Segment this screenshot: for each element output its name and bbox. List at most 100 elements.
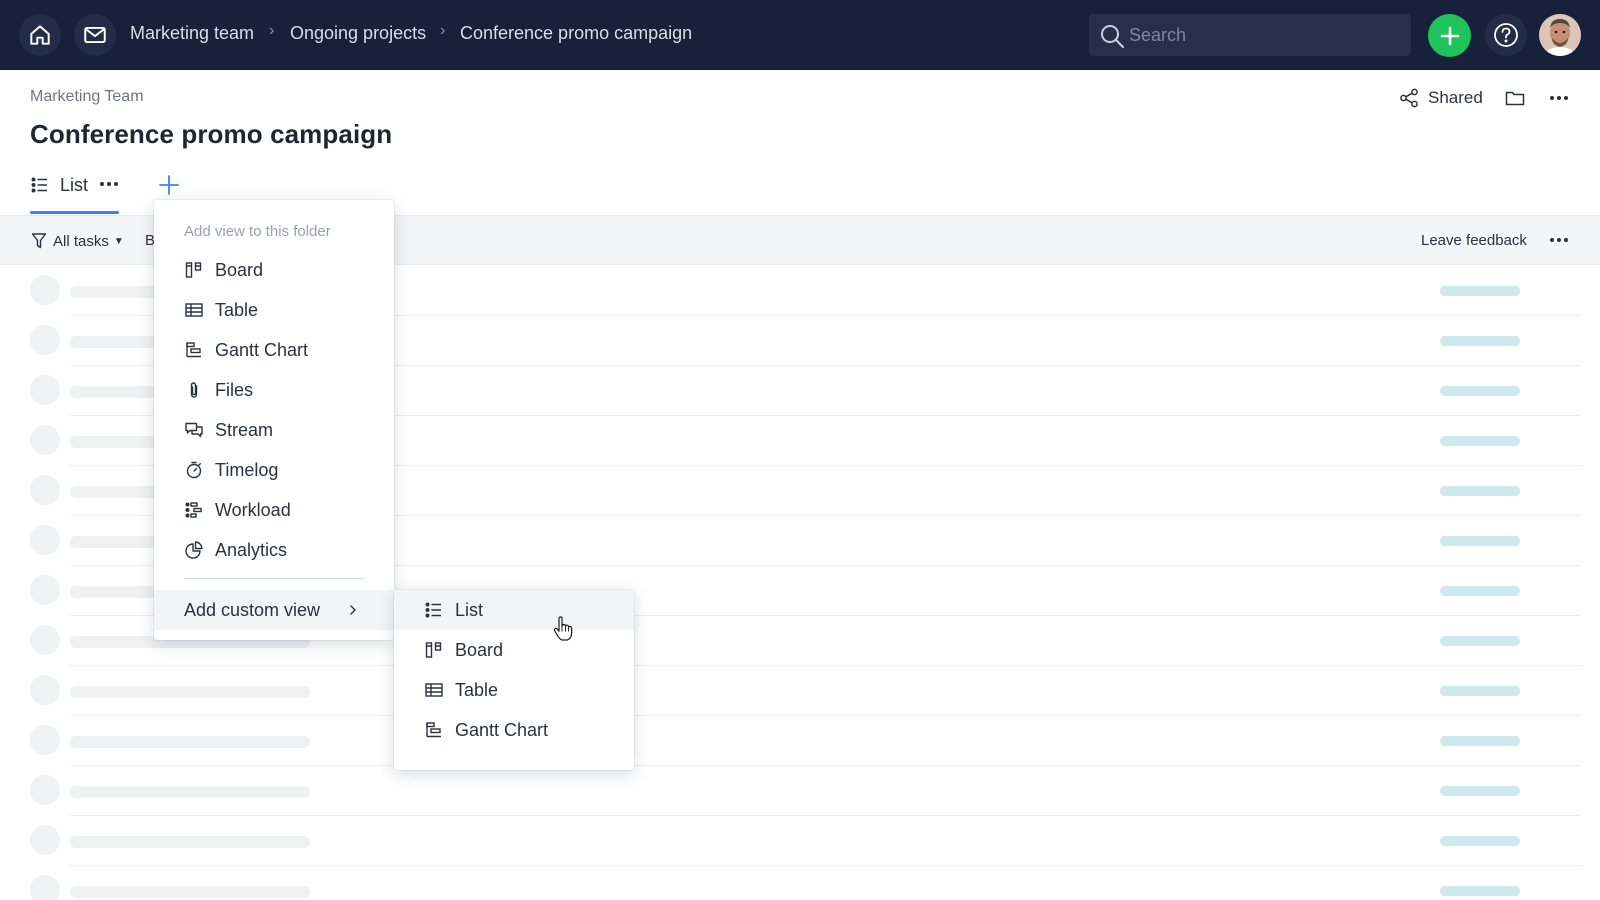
stopwatch-icon xyxy=(186,461,202,479)
skeleton-dot xyxy=(30,475,60,505)
skeleton-pill xyxy=(1440,636,1520,646)
menu-item-stream[interactable]: Stream xyxy=(154,411,394,449)
submenu-item-label: Gantt Chart xyxy=(455,719,549,740)
skeleton-dot xyxy=(30,525,60,555)
inbox-button[interactable] xyxy=(74,14,116,56)
home-button[interactable] xyxy=(19,14,61,56)
chat-bubbles-icon xyxy=(185,422,203,438)
list-icon xyxy=(425,602,441,618)
breadcrumb-ongoing-projects[interactable]: Ongoing projects xyxy=(290,23,426,44)
home-icon xyxy=(30,25,50,45)
share-icon xyxy=(1400,88,1418,108)
menu-item-label: Timelog xyxy=(215,459,279,480)
search-icon xyxy=(1101,25,1124,48)
caret-down-icon: ▼ xyxy=(113,235,124,247)
menu-item-workload[interactable]: Workload xyxy=(154,491,394,529)
menu-item-label: Stream xyxy=(215,419,274,440)
skeleton-dot xyxy=(30,575,60,605)
tab-more-icon[interactable] xyxy=(98,174,120,194)
filter-icon xyxy=(31,233,47,249)
table-icon xyxy=(185,303,203,317)
add-view-menu: Add view to this folder Board Table Gant… xyxy=(154,200,394,640)
skeleton-dot xyxy=(30,325,60,355)
skeleton-dot xyxy=(30,375,60,405)
custom-view-submenu: List Board Table Gantt Chart xyxy=(394,590,634,770)
skeleton-dot xyxy=(30,725,60,755)
menu-item-label: Workload xyxy=(215,499,291,520)
skeleton-pill xyxy=(1440,786,1520,796)
chevron-right-icon: › xyxy=(440,22,446,39)
submenu-item-label: List xyxy=(455,599,484,620)
breadcrumb-marketing-team[interactable]: Marketing team xyxy=(130,23,254,44)
mail-icon xyxy=(84,26,106,44)
skeleton-row xyxy=(0,866,1600,900)
more-options-icon[interactable] xyxy=(1546,86,1572,110)
skeleton-bar xyxy=(70,736,310,748)
skeleton-dot xyxy=(30,775,60,805)
skeleton-row xyxy=(0,666,1600,716)
board-icon xyxy=(185,262,202,278)
workload-icon xyxy=(185,502,202,518)
skeleton-dot xyxy=(30,425,60,455)
skeleton-pill xyxy=(1440,436,1520,446)
submenu-item-table[interactable]: Table xyxy=(394,670,634,710)
list-icon xyxy=(31,177,47,193)
skeleton-dot xyxy=(30,825,60,855)
help-button[interactable] xyxy=(1485,14,1527,56)
submenu-item-label: Board xyxy=(455,639,504,660)
submenu-item-board[interactable]: Board xyxy=(394,630,634,670)
page-title: Conference promo campaign xyxy=(30,119,393,149)
menu-item-analytics[interactable]: Analytics xyxy=(154,531,394,569)
menu-item-timelog[interactable]: Timelog xyxy=(154,451,394,489)
avatar[interactable] xyxy=(1539,14,1581,56)
breadcrumb-current-project[interactable]: Conference promo campaign xyxy=(460,23,692,44)
menu-item-label: Gantt Chart xyxy=(215,339,309,360)
menu-item-label: Files xyxy=(215,379,254,400)
submenu-item-label: Table xyxy=(455,679,499,700)
skeleton-pill xyxy=(1440,486,1520,496)
plus-icon xyxy=(1440,26,1459,45)
folder-name[interactable]: Marketing Team xyxy=(30,88,144,106)
board-icon xyxy=(425,642,442,658)
menu-item-label: Add custom view xyxy=(184,599,321,620)
menu-item-board[interactable]: Board xyxy=(154,251,394,289)
skeleton-pill xyxy=(1440,386,1520,396)
menu-item-label: Table xyxy=(215,299,259,320)
submenu-item-list[interactable]: List xyxy=(394,590,634,630)
menu-header: Add view to this folder xyxy=(184,223,331,240)
gantt-chart-icon xyxy=(426,722,441,738)
skeleton-row xyxy=(0,766,1600,816)
pie-chart-icon xyxy=(185,541,203,559)
search-input[interactable] xyxy=(1129,14,1399,56)
menu-item-label: Board xyxy=(215,259,264,280)
chevron-right-icon xyxy=(350,605,356,615)
skeleton-row xyxy=(0,816,1600,866)
submenu-item-gantt-chart[interactable]: Gantt Chart xyxy=(394,710,634,750)
skeleton-pill xyxy=(1440,736,1520,746)
menu-item-add-custom-view[interactable]: Add custom view xyxy=(154,590,394,630)
table-icon xyxy=(425,683,443,697)
menu-item-table[interactable]: Table xyxy=(154,291,394,329)
skeleton-pill xyxy=(1440,586,1520,596)
skeleton-bar xyxy=(70,686,310,698)
top-navigation-bar: Marketing team › Ongoing projects › Conf… xyxy=(0,0,1600,70)
shared-button[interactable]: Shared xyxy=(1398,85,1483,111)
filter-label: All tasks xyxy=(53,232,109,250)
skeleton-bar xyxy=(70,786,310,798)
more-options-icon[interactable] xyxy=(1546,230,1572,250)
gantt-chart-icon xyxy=(186,342,201,358)
leave-feedback-link[interactable]: Leave feedback xyxy=(1421,232,1527,249)
create-new-button[interactable] xyxy=(1428,14,1471,57)
folder-icon[interactable] xyxy=(1503,86,1527,110)
menu-item-gantt-chart[interactable]: Gantt Chart xyxy=(154,331,394,369)
user-avatar-image xyxy=(1539,14,1581,56)
skeleton-pill xyxy=(1440,836,1520,846)
search-box[interactable] xyxy=(1089,14,1411,56)
filter-dropdown[interactable]: All tasks ▼ xyxy=(31,230,124,252)
skeleton-bar xyxy=(70,886,310,898)
tab-list-view[interactable]: List xyxy=(30,171,88,199)
hand-pointer-cursor-icon xyxy=(553,616,573,641)
menu-item-files[interactable]: Files xyxy=(154,371,394,409)
skeleton-dot xyxy=(30,875,60,900)
add-view-icon[interactable] xyxy=(158,174,180,196)
